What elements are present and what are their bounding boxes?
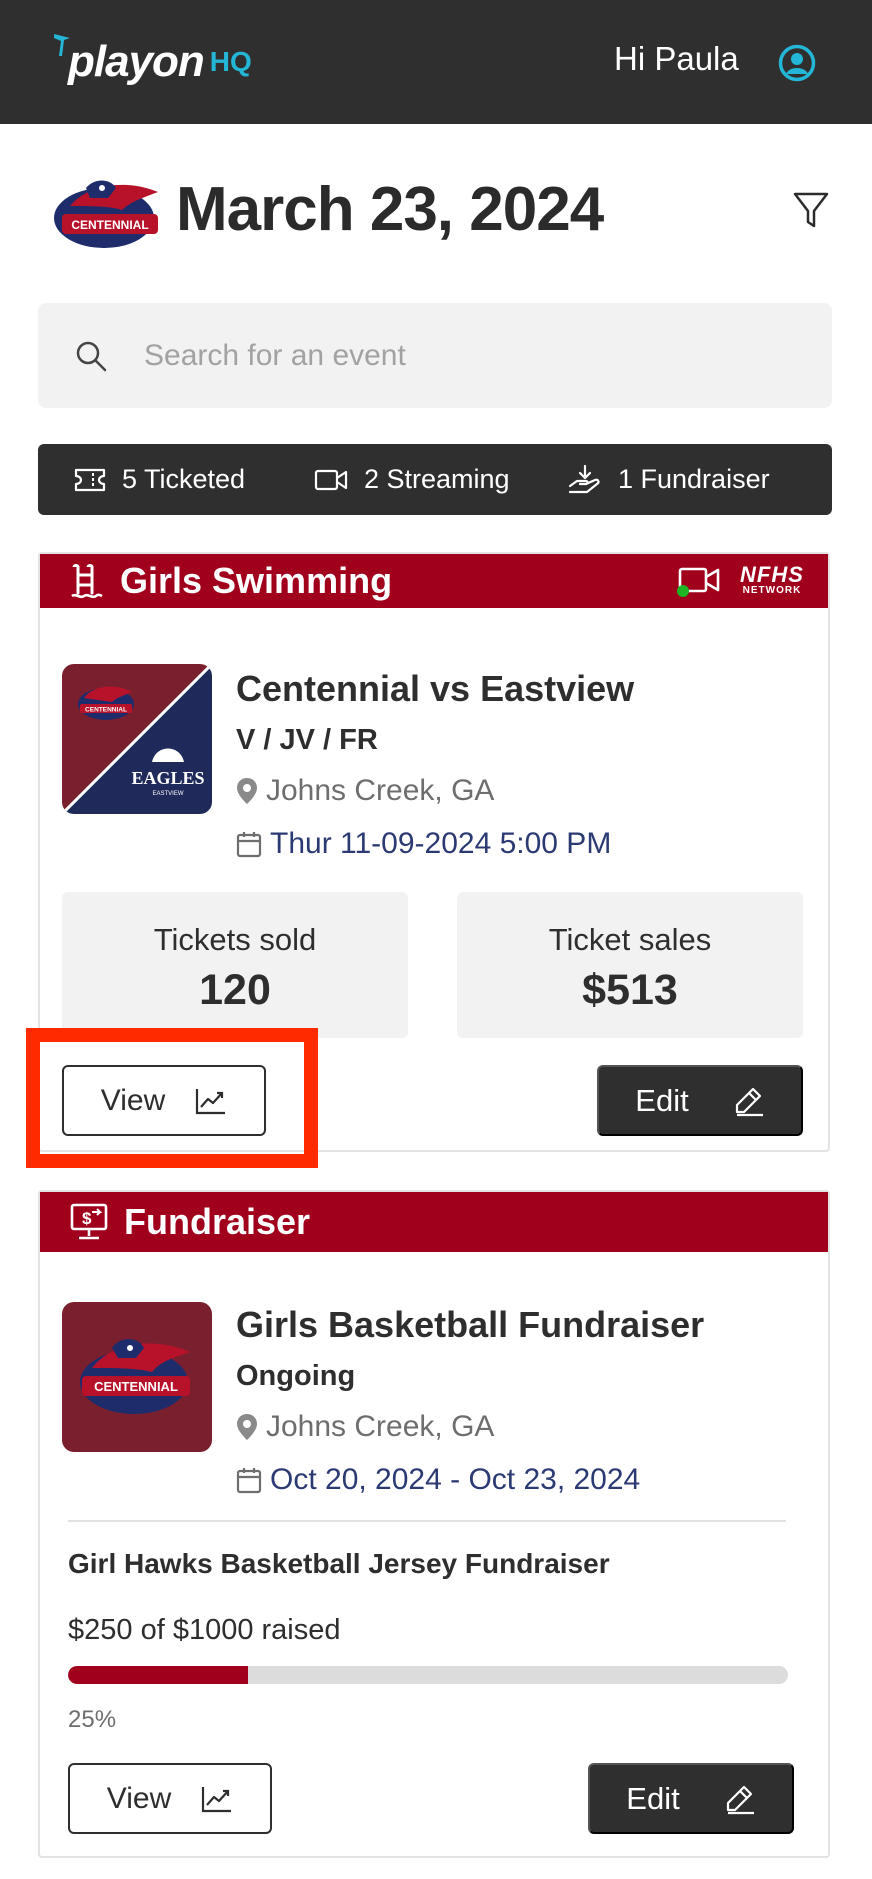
search-input[interactable] — [144, 329, 784, 383]
ticketed-label: 5 Ticketed — [122, 464, 246, 494]
event-summary-bar: 5 Ticketed 2 Streaming 1 Fundraiser — [38, 444, 832, 515]
fundraiser-card: $ Fundraiser CENTENNIAL Girls Basketball… — [38, 1190, 830, 1858]
event-edit-label: Edit — [635, 1082, 689, 1118]
search-bar[interactable] — [38, 303, 832, 408]
logo-suffix: HQ — [209, 46, 252, 77]
fundraiser-status: Ongoing — [236, 1360, 356, 1392]
logo-flag-icon — [54, 34, 70, 56]
page-title: March 23, 2024 — [176, 175, 604, 244]
raised-amount: $250 of $1000 raised — [68, 1614, 341, 1646]
fundraiser-thumb-text: CENTENNIAL — [94, 1379, 178, 1394]
view-button-highlight — [26, 1028, 318, 1168]
user-greeting: Hi Paula — [614, 40, 739, 77]
fundraiser-dates-text: Oct 20, 2024 - Oct 23, 2024 — [270, 1463, 641, 1496]
matchup-thumbnail: CENTENNIAL EAGLES EASTVIEW — [62, 664, 212, 814]
fundraiser-progress-bar — [68, 1666, 788, 1684]
svg-text:$: $ — [82, 1209, 92, 1228]
school-logo-text: CENTENNIAL — [71, 218, 148, 232]
swimming-icon — [70, 563, 104, 599]
fundraiser-title[interactable]: Girls Basketball Fundraiser — [236, 1304, 704, 1346]
calendar-icon — [236, 1468, 262, 1494]
donation-hand-icon — [568, 464, 600, 493]
ticket-icon — [74, 468, 106, 491]
ticket-sales-stat: Ticket sales $513 — [457, 892, 803, 1038]
location-pin-icon — [237, 778, 257, 804]
event-levels: V / JV / FR — [236, 724, 378, 756]
fundraiser-location-text: Johns Creek, GA — [266, 1410, 495, 1443]
event-datetime-text: Thur 11-09-2024 5:00 PM — [270, 827, 612, 860]
fundraiser-divider — [68, 1520, 786, 1522]
pencil-icon — [726, 1785, 754, 1814]
fundraiser-view-button[interactable]: View — [68, 1763, 272, 1834]
event-edit-button[interactable]: Edit — [597, 1065, 803, 1136]
campaign-name: Girl Hawks Basketball Jersey Fundraiser — [68, 1548, 610, 1579]
user-account-icon[interactable] — [778, 44, 816, 82]
tickets-sold-label: Tickets sold — [153, 922, 317, 957]
streaming-camera-icon — [677, 567, 720, 597]
fundraiser-monitor-icon: $ — [70, 1203, 108, 1241]
ticket-sales-label: Ticket sales — [548, 922, 712, 957]
fundraiser-label: 1 Fundraiser — [618, 464, 770, 494]
nfhs-logo-text: NFHS — [740, 562, 804, 587]
tickets-sold-stat: Tickets sold 120 — [62, 892, 408, 1038]
filter-icon[interactable] — [792, 190, 830, 230]
school-logo: CENTENNIAL — [54, 180, 158, 248]
video-camera-icon — [314, 469, 348, 490]
live-indicator — [677, 585, 689, 597]
pencil-icon — [735, 1087, 763, 1116]
fundraiser-edit-button[interactable]: Edit — [588, 1763, 794, 1834]
fundraiser-view-label: View — [106, 1781, 172, 1815]
fundraiser-percent: 25% — [68, 1706, 117, 1733]
event-card-header: Girls Swimming NFHS NETWORK — [40, 554, 828, 608]
search-icon — [76, 341, 107, 372]
fundraiser-thumbnail: CENTENNIAL — [62, 1302, 212, 1452]
fundraiser-dates: Oct 20, 2024 - Oct 23, 2024 — [236, 1463, 640, 1497]
top-bar: playon HQ Hi Paula — [0, 0, 872, 124]
event-title[interactable]: Centennial vs Eastview — [236, 668, 634, 710]
event-location: Johns Creek, GA — [236, 774, 494, 808]
nfhs-network-logo: NFHS NETWORK — [736, 564, 808, 596]
location-pin-icon — [237, 1414, 257, 1440]
network-logo-text: NETWORK — [742, 585, 802, 596]
fundraiser-progress-fill — [68, 1666, 248, 1684]
streaming-label: 2 Streaming — [364, 464, 510, 494]
event-category: Girls Swimming — [120, 560, 393, 601]
chart-trend-icon — [202, 1786, 232, 1812]
away-team-name: EAGLES — [131, 768, 204, 788]
away-team-subname: EASTVIEW — [152, 791, 183, 797]
fundraiser-card-header: $ Fundraiser — [40, 1192, 828, 1252]
fundraiser-location: Johns Creek, GA — [236, 1410, 494, 1444]
fundraiser-count[interactable]: 1 Fundraiser — [568, 444, 770, 515]
ticketed-count[interactable]: 5 Ticketed — [74, 444, 245, 515]
streaming-count[interactable]: 2 Streaming — [314, 444, 510, 515]
event-location-text: Johns Creek, GA — [266, 774, 495, 807]
ticket-sales-value: $513 — [582, 966, 678, 1014]
fundraiser-category: Fundraiser — [124, 1201, 311, 1242]
home-team-name: CENTENNIAL — [85, 707, 127, 714]
logo-text: playon — [68, 37, 205, 86]
event-datetime: Thur 11-09-2024 5:00 PM — [236, 827, 611, 861]
calendar-icon — [236, 832, 262, 858]
fundraiser-edit-label: Edit — [626, 1780, 680, 1816]
playon-logo[interactable]: playon HQ — [54, 34, 252, 88]
tickets-sold-value: 120 — [199, 966, 271, 1014]
